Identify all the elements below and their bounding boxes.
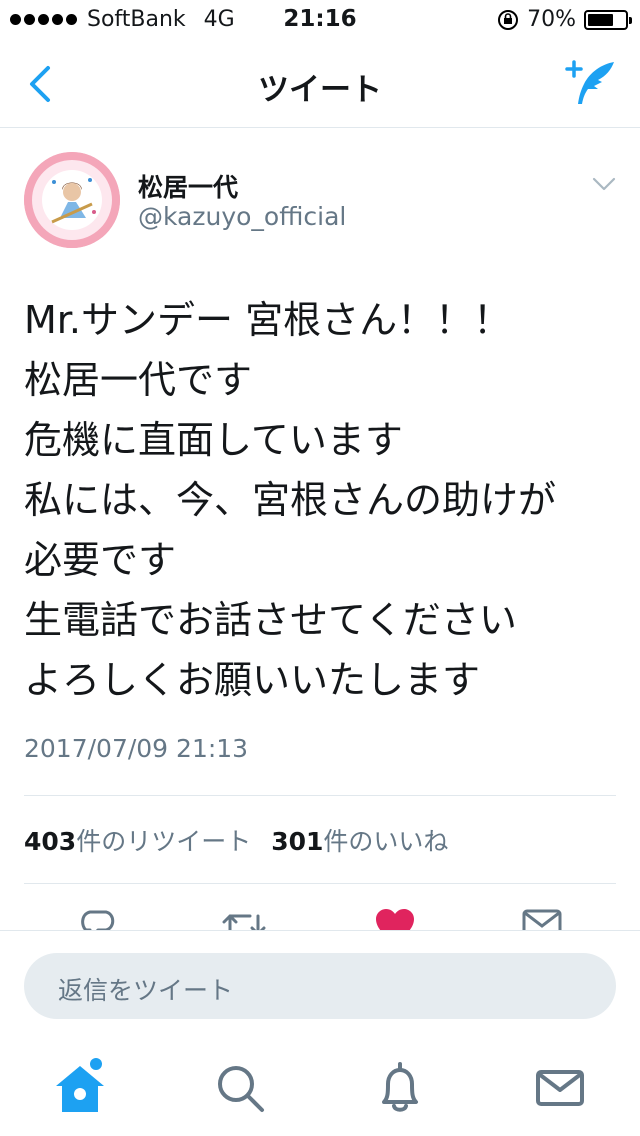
heart-icon[interactable] [374, 908, 416, 930]
display-name[interactable]: 松居一代 [138, 168, 238, 204]
tab-bar [0, 1036, 640, 1136]
mail-icon[interactable] [530, 1058, 590, 1118]
chevron-down-icon[interactable] [592, 176, 616, 192]
avatar[interactable] [24, 152, 120, 248]
direct-message-icon[interactable] [522, 908, 562, 930]
compose-tweet-icon[interactable] [564, 58, 618, 108]
search-icon[interactable] [210, 1058, 270, 1118]
reply-input[interactable]: 返信をツイート [24, 953, 616, 1019]
retweet-count: 403 [24, 827, 77, 856]
bell-icon[interactable] [370, 1058, 430, 1118]
like-count: 301 [271, 827, 324, 856]
divider [24, 795, 616, 796]
retweet-stat[interactable]: 403件のリツイート [24, 822, 251, 858]
like-stat[interactable]: 301件のいいね [271, 822, 448, 858]
battery-info: 70% [497, 7, 632, 32]
reply-bar: 返信をツイート [0, 930, 640, 1034]
tweet-stats: 403件のリツイート 301件のいいね [24, 822, 448, 858]
reply-placeholder: 返信をツイート [58, 976, 234, 1005]
page-title: ツイート [258, 72, 382, 108]
tweet-text: Mr.サンデー 宮根さん！！！ 松居一代です 危機に直面しています 私には、今、… [24, 298, 557, 702]
battery-icon [584, 9, 632, 30]
tweet-timestamp: 2017/07/09 21:13 [24, 734, 249, 763]
tweet-header: 松居一代 @kazuyo_official [24, 152, 616, 252]
status-bar: SoftBank 4G 21:16 70% [0, 0, 640, 40]
navigation-bar: ツイート [0, 40, 640, 128]
user-handle[interactable]: @kazuyo_official [138, 202, 346, 231]
rotation-lock-icon [498, 9, 519, 30]
retweet-label: 件のリツイート [76, 827, 252, 856]
home-icon[interactable] [50, 1058, 110, 1118]
like-label: 件のいいね [323, 827, 449, 856]
battery-percent: 70% [527, 7, 576, 32]
divider [24, 883, 616, 884]
retweet-icon[interactable] [222, 908, 266, 930]
reply-icon[interactable] [78, 908, 118, 930]
tweet-actions [0, 900, 640, 930]
